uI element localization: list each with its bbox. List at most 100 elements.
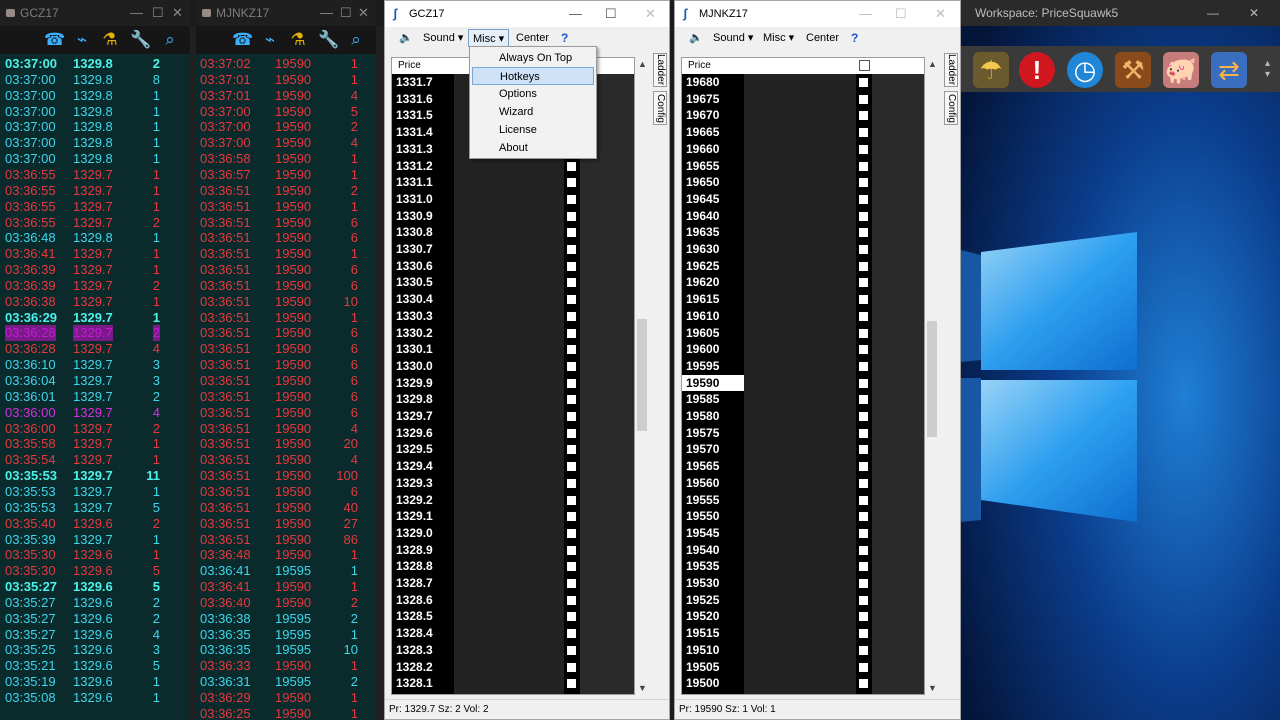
price-level[interactable]: 19525 [682,592,744,609]
price-level[interactable]: 1330.4 [392,291,454,308]
price-level[interactable]: 19535 [682,558,744,575]
price-level[interactable]: 19555 [682,492,744,509]
order-checkbox[interactable] [567,378,576,388]
order-checkbox[interactable] [859,662,868,672]
minimize-icon[interactable]: — [569,1,582,27]
price-level[interactable]: 1329.2 [392,492,454,509]
speaker-icon[interactable]: 🔈 [685,29,707,47]
order-checkbox[interactable] [567,194,576,204]
scroll-up-icon[interactable]: ▲ [928,59,937,69]
close-icon[interactable]: ✕ [172,0,183,26]
order-checkbox[interactable] [567,629,576,639]
ask-column[interactable] [580,74,634,694]
price-level[interactable]: 1330.3 [392,308,454,325]
price-level[interactable]: 19580 [682,408,744,425]
umbrella-coins-icon[interactable]: ☂ [973,52,1009,88]
order-checkbox[interactable] [859,612,868,622]
order-checkbox[interactable] [567,428,576,438]
price-level[interactable]: 1328.1 [392,675,454,692]
close-icon[interactable]: ✕ [645,1,656,27]
order-checkbox[interactable] [859,412,868,421]
price-level[interactable]: 1328.2 [392,659,454,676]
scroll-thumb[interactable] [927,321,937,437]
window-titlebar[interactable]: ʃ GCZ17 — ☐ ✕ [385,1,669,27]
order-checkbox[interactable] [567,528,576,538]
order-checkbox[interactable] [859,278,868,288]
order-checkbox[interactable] [859,361,868,371]
order-checkbox[interactable] [567,478,576,488]
order-checkbox[interactable] [567,295,576,305]
price-level[interactable]: 19645 [682,191,744,208]
order-checkbox[interactable] [567,412,576,421]
price-ladder[interactable]: Price 19680 19675 19670 19665 19660 19655 1965… [681,57,925,695]
price-level[interactable]: 1331.4 [392,124,454,141]
price-level[interactable]: 19625 [682,258,744,275]
tab-config[interactable]: Config [944,91,958,125]
order-checkbox[interactable] [859,311,868,321]
price-level[interactable]: 19605 [682,325,744,342]
price-level[interactable]: 1330.8 [392,224,454,241]
close-icon[interactable]: ✕ [1249,0,1259,26]
order-checkbox[interactable] [859,261,868,271]
center-button[interactable]: Center [802,29,843,47]
order-checkbox[interactable] [567,245,576,254]
toolbar-scroll-icon[interactable]: ▴ ▾ [1265,58,1270,80]
price-level[interactable]: 19540 [682,542,744,559]
order-checkbox[interactable] [567,211,576,221]
close-icon[interactable]: ✕ [358,0,369,26]
price-level[interactable]: 19530 [682,575,744,592]
price-level[interactable]: 19585 [682,391,744,408]
order-checkbox[interactable] [567,495,576,505]
order-checkbox[interactable] [567,445,576,455]
center-button[interactable]: Center [512,29,553,47]
order-checkbox[interactable] [567,662,576,672]
price-level[interactable]: 1331.6 [392,91,454,108]
order-checkbox[interactable] [859,512,868,522]
minimize-icon[interactable]: — [1207,0,1219,26]
order-checkbox[interactable] [859,128,868,138]
order-checkbox[interactable] [859,595,868,605]
order-checkbox[interactable] [567,178,576,188]
price-level[interactable]: 19620 [682,274,744,291]
search-icon[interactable]: ⌕ [346,30,366,50]
phone-icon[interactable]: ☎ [232,30,253,50]
order-checkbox[interactable] [859,245,868,254]
price-level[interactable]: 19575 [682,425,744,442]
order-checkbox[interactable] [567,595,576,605]
tab-config[interactable]: Config [653,91,667,125]
order-checkbox[interactable] [567,679,576,689]
filter-icon[interactable]: ⚗ [100,30,120,50]
minimize-icon[interactable]: — [859,1,872,27]
order-checkbox[interactable] [859,78,868,87]
order-checkbox[interactable] [567,395,576,405]
order-checkbox[interactable] [859,378,868,388]
order-checkbox[interactable] [567,579,576,588]
wrench-icon[interactable]: 🔧 [318,30,339,50]
price-level[interactable]: 1329.1 [392,508,454,525]
order-checkbox[interactable] [859,328,868,338]
order-checkbox[interactable] [859,228,868,238]
price-level[interactable]: 1329.5 [392,441,454,458]
filter-icon[interactable]: ⚗ [288,30,308,50]
price-level[interactable]: 19505 [682,659,744,676]
order-checkbox[interactable] [859,645,868,655]
order-checkbox[interactable] [567,328,576,338]
price-level[interactable]: 1330.2 [392,325,454,342]
order-checkbox[interactable] [859,679,868,689]
close-icon[interactable]: ✕ [935,1,946,27]
price-level[interactable]: 19590 [682,374,744,392]
order-checkbox[interactable] [859,445,868,455]
price-level[interactable]: 1330.1 [392,341,454,358]
price-level[interactable]: 1331.5 [392,107,454,124]
order-checkbox[interactable] [567,645,576,655]
order-checkbox[interactable] [859,562,868,572]
price-level[interactable]: 19570 [682,441,744,458]
scroll-down-icon[interactable]: ▼ [638,683,647,693]
price-level[interactable]: 19680 [682,74,744,91]
order-checkbox[interactable] [859,629,868,639]
price-level[interactable]: 19515 [682,625,744,642]
order-checkbox[interactable] [859,579,868,588]
price-level[interactable]: 1330.5 [392,274,454,291]
order-checkbox[interactable] [859,428,868,438]
scroll-thumb[interactable] [637,319,647,431]
